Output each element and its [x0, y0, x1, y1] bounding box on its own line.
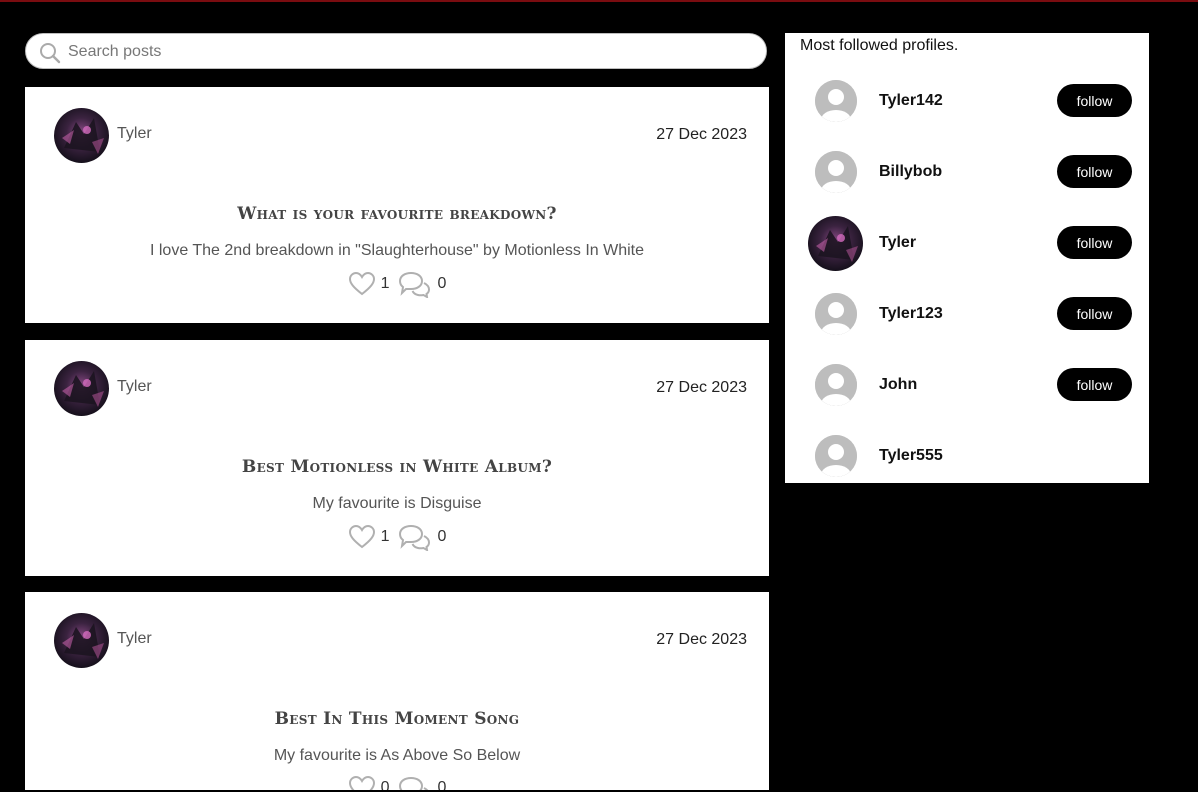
panel-heading: Most followed profiles.: [800, 37, 959, 54]
avatar[interactable]: [54, 613, 109, 668]
post-stats: 0 0: [25, 775, 769, 790]
post-date: 27 Dec 2023: [656, 631, 747, 648]
profile-name[interactable]: John: [879, 376, 917, 394]
search-icon: [40, 43, 61, 64]
heart-icon[interactable]: [348, 775, 376, 790]
post-title[interactable]: Best Motionless in White Album?: [25, 457, 769, 477]
most-followed-panel: Most followed profiles. Tyler142 follow …: [785, 33, 1149, 483]
profile-row: Billybob follow: [785, 141, 1149, 201]
profile-name[interactable]: Tyler142: [879, 92, 943, 110]
heart-icon[interactable]: [348, 524, 376, 550]
default-avatar-icon[interactable]: [815, 435, 857, 477]
profile-row: Tyler123 follow: [785, 283, 1149, 343]
post-date: 27 Dec 2023: [656, 126, 747, 143]
post-author[interactable]: Tyler: [117, 378, 152, 396]
default-avatar-icon[interactable]: [815, 293, 857, 335]
search-input[interactable]: [66, 34, 760, 70]
comment-icon[interactable]: [397, 775, 431, 790]
default-avatar-icon[interactable]: [815, 80, 857, 122]
post-author[interactable]: Tyler: [117, 630, 152, 648]
top-accent-line: [0, 0, 1198, 2]
profile-row: John follow: [785, 354, 1149, 414]
avatar[interactable]: [808, 216, 863, 271]
default-avatar-icon[interactable]: [815, 364, 857, 406]
post-title[interactable]: Best In This Moment Song: [25, 709, 769, 729]
post-title[interactable]: What is your favourite breakdown?: [25, 204, 769, 224]
follow-button[interactable]: follow: [1057, 155, 1132, 188]
profile-name[interactable]: Billybob: [879, 163, 942, 181]
post-body: I love The 2nd breakdown in "Slaughterho…: [149, 242, 644, 259]
follow-button[interactable]: follow: [1057, 84, 1132, 117]
comment-icon[interactable]: [397, 523, 431, 551]
follow-button[interactable]: follow: [1057, 368, 1132, 401]
search-bar[interactable]: [25, 33, 767, 70]
profile-name[interactable]: Tyler: [879, 234, 916, 252]
post-author[interactable]: Tyler: [117, 125, 152, 143]
profile-name[interactable]: Tyler123: [879, 305, 943, 323]
profile-name[interactable]: Tyler555: [879, 447, 943, 465]
post-card[interactable]: Tyler 27 Dec 2023 Best In This Moment So…: [25, 592, 769, 790]
post-card[interactable]: Tyler 27 Dec 2023 Best Motionless in Whi…: [25, 340, 769, 576]
heart-icon[interactable]: [348, 271, 376, 297]
profile-row: Tyler555: [785, 425, 1149, 483]
avatar[interactable]: [54, 361, 109, 416]
post-body: My favourite is Disguise: [312, 495, 482, 512]
avatar[interactable]: [54, 108, 109, 163]
post-stats: 1 0: [25, 270, 769, 298]
post-card[interactable]: Tyler 27 Dec 2023 What is your favourite…: [25, 87, 769, 323]
follow-button[interactable]: follow: [1057, 297, 1132, 330]
like-count: 1: [380, 275, 390, 292]
like-count: 1: [380, 528, 390, 545]
profile-row: Tyler142 follow: [785, 70, 1149, 130]
comment-icon[interactable]: [397, 270, 431, 298]
default-avatar-icon[interactable]: [815, 151, 857, 193]
post-body: My favourite is As Above So Below: [273, 747, 521, 764]
comment-count: 0: [437, 779, 447, 790]
post-stats: 1 0: [25, 523, 769, 551]
post-date: 27 Dec 2023: [656, 379, 747, 396]
profile-row: Tyler follow: [785, 212, 1149, 272]
comment-count: 0: [437, 528, 447, 545]
follow-button[interactable]: follow: [1057, 226, 1132, 259]
comment-count: 0: [437, 275, 447, 292]
like-count: 0: [380, 779, 390, 790]
